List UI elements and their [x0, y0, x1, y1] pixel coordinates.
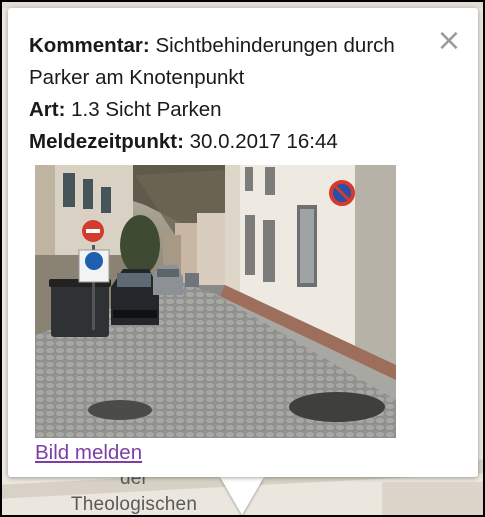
report-photo — [35, 165, 396, 438]
bicycle-sign-icon — [85, 252, 103, 270]
comment-label: Kommentar: — [29, 34, 150, 57]
type-row: Art: 1.3 Sicht Parken — [29, 94, 429, 126]
popup-content: Kommentar: Sichtbehinderungen durch Park… — [29, 30, 429, 158]
info-popup: × Kommentar: Sichtbehinderungen durch Pa… — [8, 8, 478, 477]
time-row: Meldezeitpunkt: 30.0.2017 16:44 — [29, 126, 429, 158]
close-icon[interactable]: × — [436, 26, 462, 56]
comment-row: Kommentar: Sichtbehinderungen durch Park… — [29, 30, 429, 94]
popup-tail — [220, 477, 264, 515]
time-label: Meldezeitpunkt: — [29, 130, 184, 153]
type-value: 1.3 Sicht Parken — [71, 98, 222, 121]
type-label: Art: — [29, 98, 66, 121]
map-container[interactable]: der Theologischen × Kommentar: Sichtbehi… — [2, 2, 483, 515]
map-road — [382, 482, 483, 515]
report-image-link[interactable]: Bild melden — [35, 441, 142, 465]
street-photo-illustration — [35, 165, 396, 438]
time-value: 30.0.2017 16:44 — [189, 130, 338, 153]
map-street-label-line2: Theologischen — [70, 494, 198, 515]
